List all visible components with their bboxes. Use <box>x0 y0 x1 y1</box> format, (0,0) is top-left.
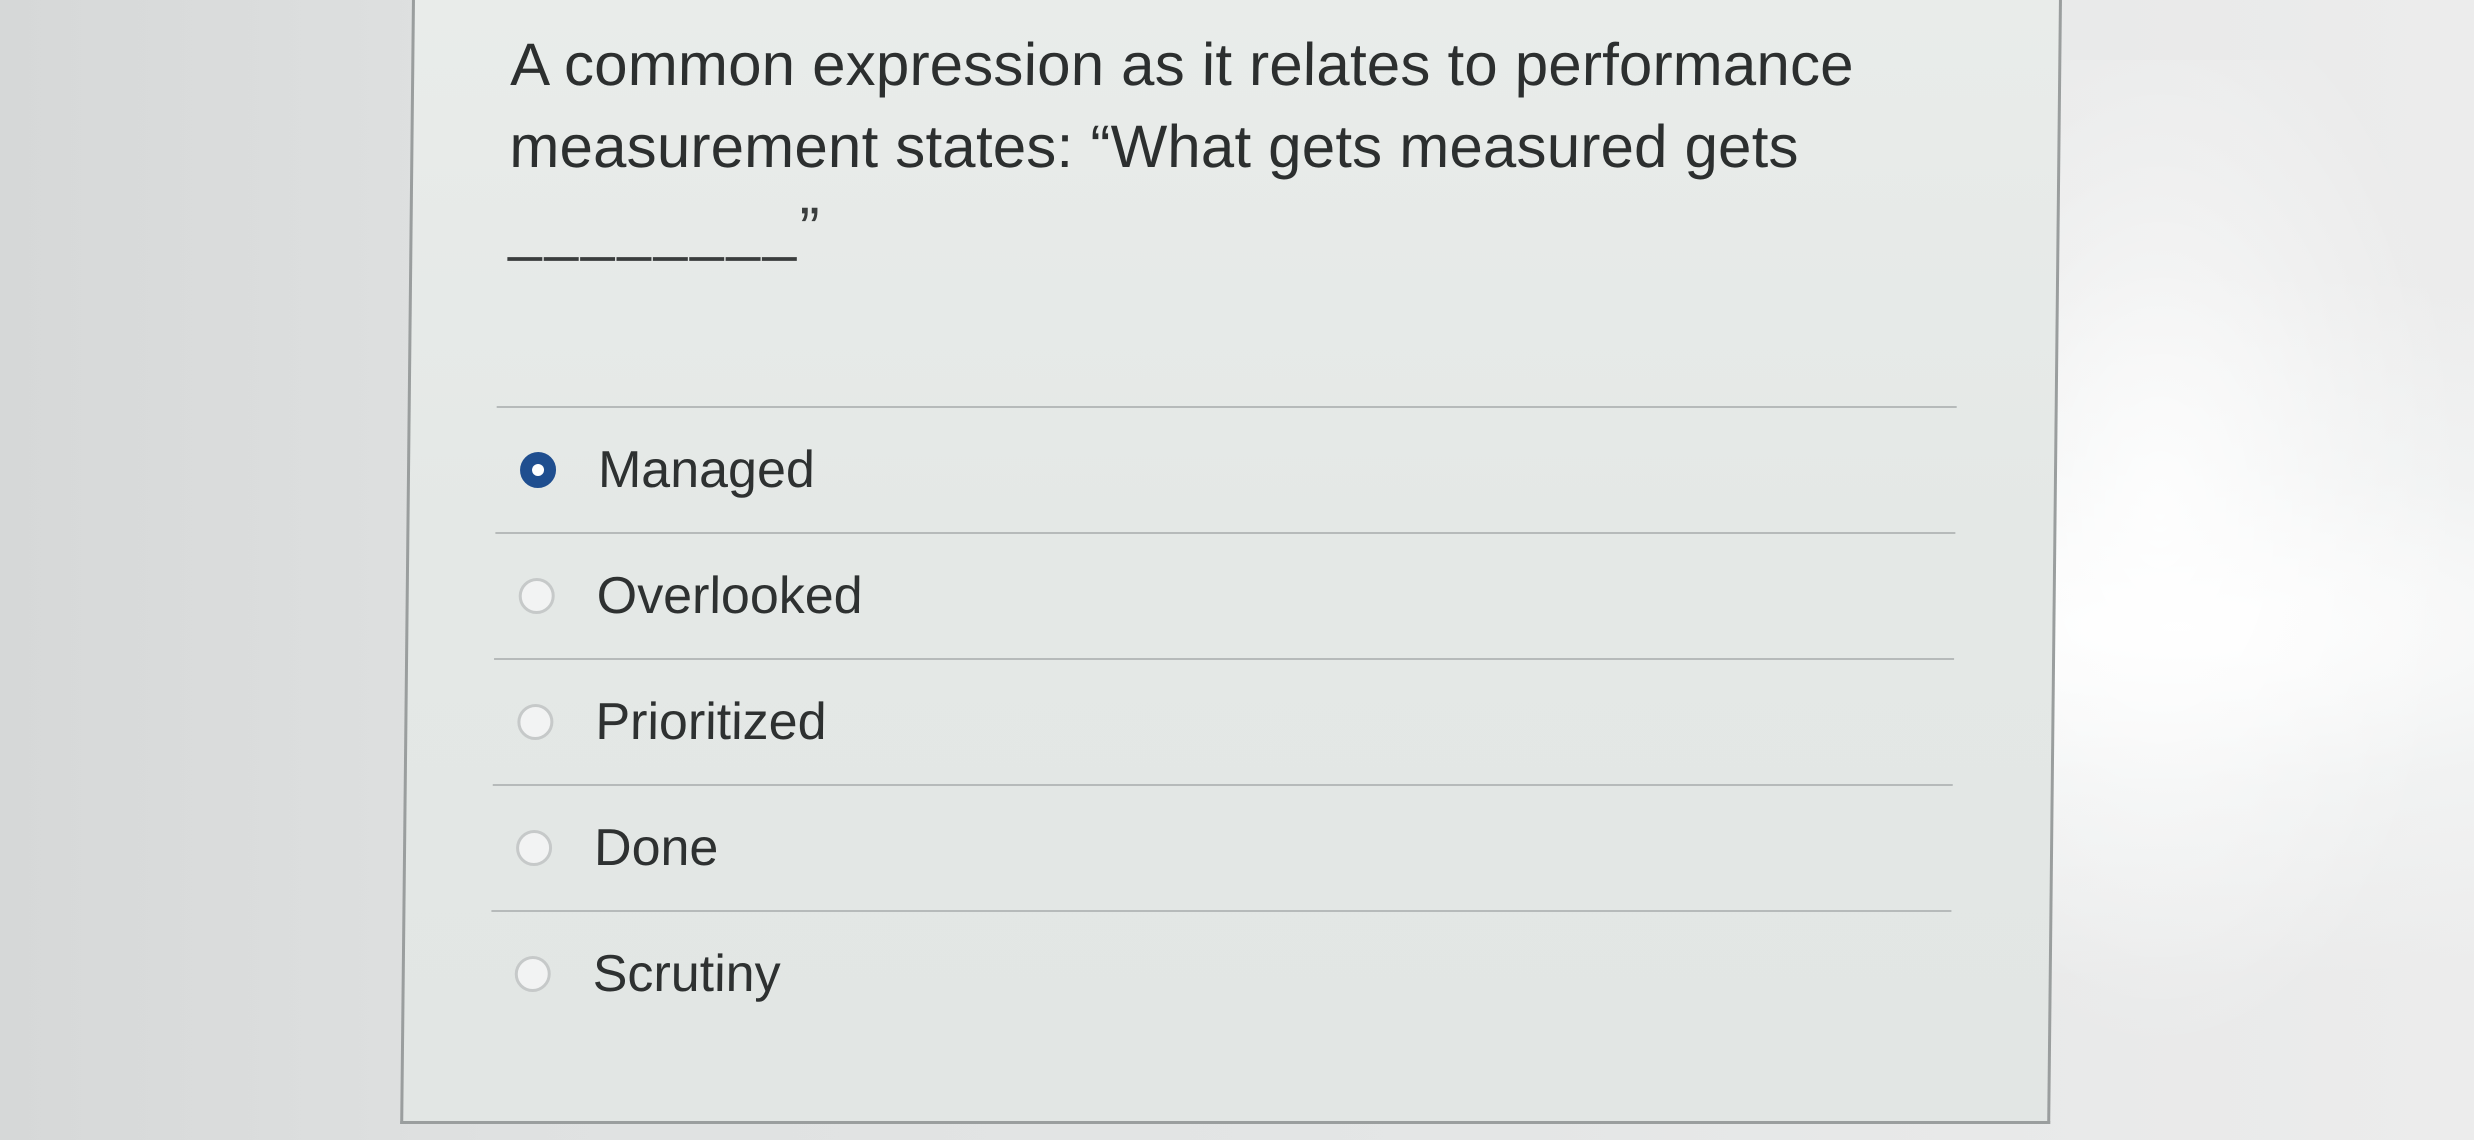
question-prompt: A common expression as it relates to per… <box>509 31 1855 180</box>
option-managed[interactable]: Managed <box>495 408 1976 532</box>
option-done[interactable]: Done <box>491 786 1972 910</box>
option-prioritized[interactable]: Prioritized <box>493 660 1974 784</box>
option-label: Prioritized <box>595 693 827 751</box>
question-card: A common expression as it relates to per… <box>400 0 2062 1124</box>
radio-unselected-icon[interactable] <box>515 830 553 866</box>
radio-unselected-icon[interactable] <box>518 578 555 614</box>
radio-selected-icon[interactable] <box>519 452 557 488</box>
option-overlooked[interactable]: Overlooked <box>494 534 1975 658</box>
answer-options: Managed Overlooked Prioritized Done Scru… <box>490 406 1977 1036</box>
option-label: Managed <box>597 441 816 499</box>
question-text: A common expression as it relates to per… <box>508 24 1891 270</box>
option-label: Scrutiny <box>592 945 781 1003</box>
question-blank: ________” <box>508 195 823 262</box>
radio-unselected-icon[interactable] <box>517 704 554 740</box>
option-scrutiny[interactable]: Scrutiny <box>490 912 1971 1036</box>
radio-unselected-icon[interactable] <box>514 956 551 992</box>
option-label: Overlooked <box>596 567 863 625</box>
option-label: Done <box>593 819 719 877</box>
